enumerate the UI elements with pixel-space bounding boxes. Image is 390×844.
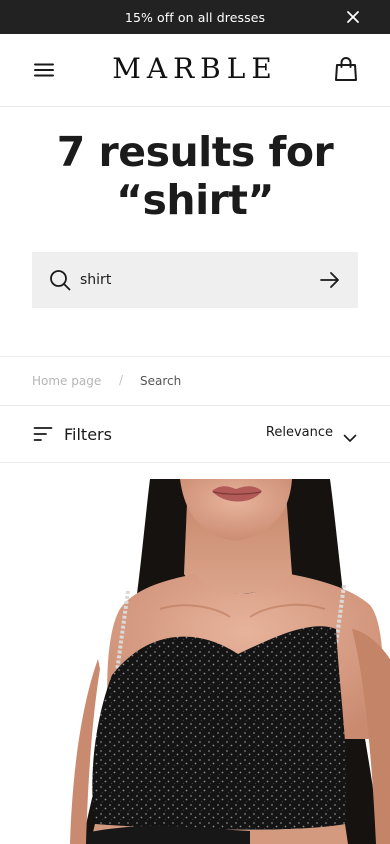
filters-label: Filters — [64, 424, 112, 444]
close-icon[interactable] — [344, 8, 362, 26]
arrow-right-icon[interactable] — [319, 270, 341, 290]
site-header: MARBLE — [0, 34, 390, 107]
search-icon — [49, 269, 71, 291]
results-heading: 7 results for “shirt” — [0, 128, 390, 224]
announcement-bar: 15% off on all dresses — [0, 0, 390, 34]
search-box — [32, 252, 358, 308]
announcement-text: 15% off on all dresses — [124, 9, 266, 25]
breadcrumb-home-link[interactable]: Home page — [32, 374, 101, 388]
shopping-bag-icon[interactable] — [334, 56, 358, 82]
site-logo[interactable]: MARBLE — [0, 52, 390, 85]
breadcrumb-current: Search — [140, 374, 182, 388]
search-input[interactable] — [80, 266, 300, 294]
sort-dropdown[interactable]: Relevance — [265, 425, 357, 442]
breadcrumb-separator: / — [119, 373, 124, 387]
product-image[interactable] — [0, 479, 390, 844]
filters-button[interactable]: Filters — [33, 423, 112, 445]
results-count-text: 7 results for — [56, 128, 334, 176]
breadcrumb: Home page / Search — [0, 356, 390, 406]
results-query-text: “shirt” — [116, 176, 274, 224]
filter-lines-icon — [33, 426, 53, 442]
sort-value: Relevance — [265, 425, 333, 440]
chevron-down-icon — [343, 428, 357, 442]
filters-bar: Filters Relevance — [0, 406, 390, 463]
